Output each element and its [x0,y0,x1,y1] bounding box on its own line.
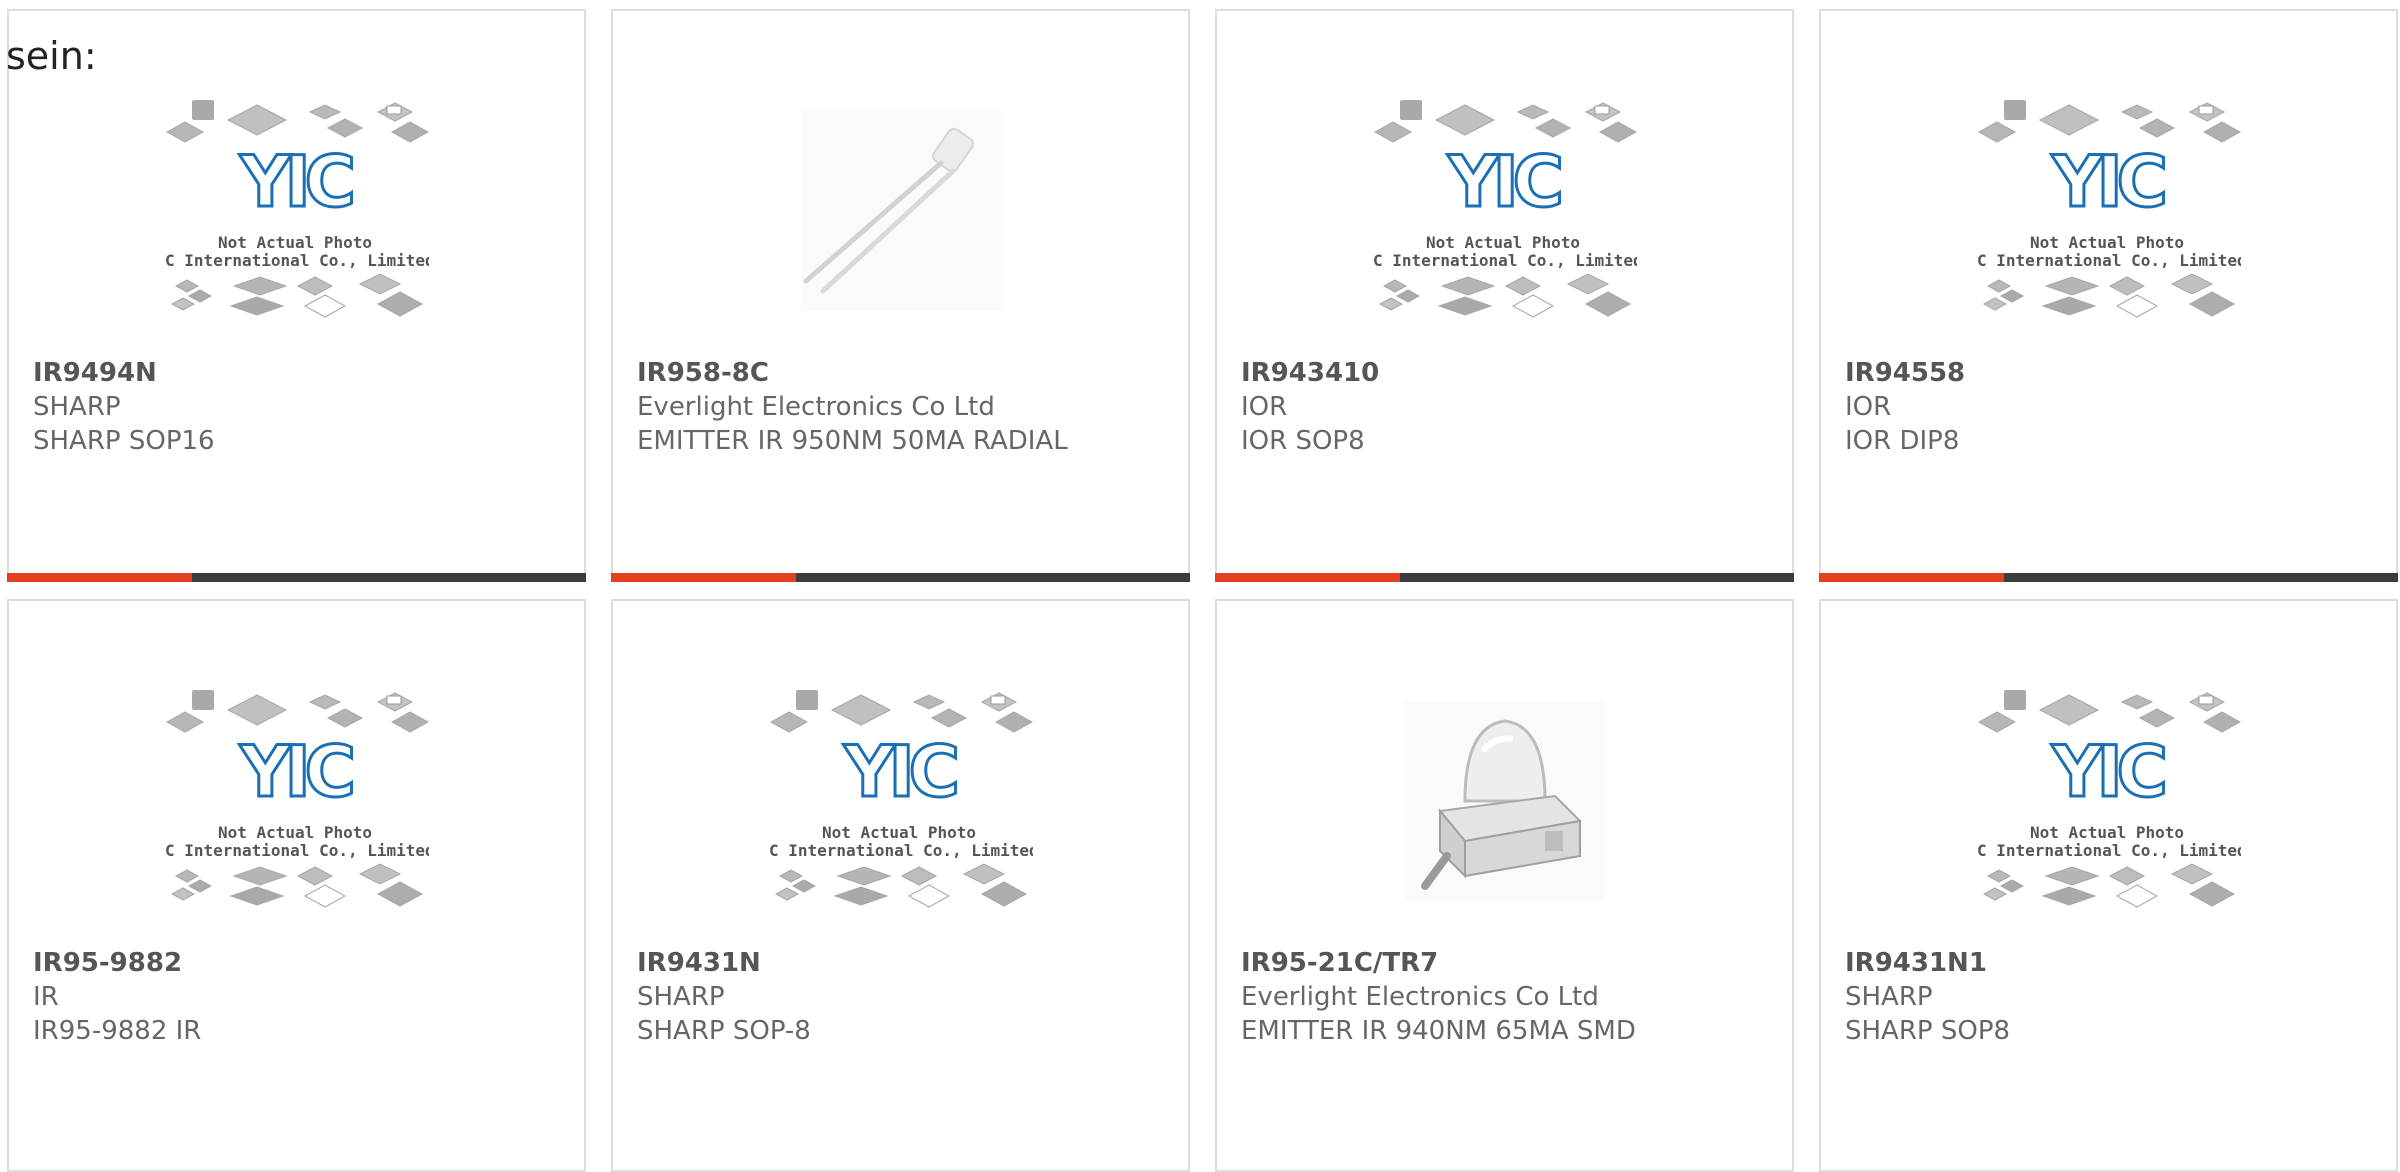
progress-fill [1819,573,2005,582]
part-number[interactable]: IR9431N [637,946,1172,980]
radial-led-image [800,111,1001,311]
svg-text:Not Actual Photo: Not Actual Photo [217,233,371,252]
part-number[interactable]: IR958-8C [637,356,1172,390]
description: IOR DIP8 [1845,426,1960,456]
product-image: YIC Not Actual PhotoYIC International Co.… [1217,71,1792,351]
product-card[interactable]: YIC Not Actual PhotoYIC International Co.… [1819,9,2398,582]
product-card[interactable]: IR958-8C Everlight Electronics Co Ltd EM… [611,9,1190,582]
part-number[interactable]: IR9494N [33,356,568,390]
manufacturer: Everlight Electronics Co Ltd [637,392,995,422]
svg-text:Not Actual Photo: Not Actual Photo [1425,233,1579,252]
product-card[interactable]: YIC Not Actual PhotoYIC International Co.… [1215,9,1794,582]
svg-text:YIC International Co., Limited: YIC International Co., Limited. [1977,251,2241,270]
svg-text:Not Actual Photo: Not Actual Photo [2029,823,2183,842]
description: EMITTER IR 940NM 65MA SMD [1241,1016,1636,1046]
svg-text:YIC: YIC [2050,141,2163,223]
not-actual-photo-placeholder: YIC Not Actual PhotoYIC International Co.… [165,690,429,908]
manufacturer: IOR [1845,392,1892,422]
part-number[interactable]: IR95-9882 [33,946,568,980]
progress-bar [1215,573,1794,582]
part-number[interactable]: IR943410 [1241,356,1776,390]
svg-text:Not Actual Photo: Not Actual Photo [217,823,371,842]
product-image [1217,661,1792,941]
product-image [613,71,1188,351]
progress-bar [7,573,586,582]
not-actual-photo-placeholder: YIC Not Actual PhotoYIC International Co.… [1373,100,1637,318]
manufacturer: SHARP [1845,982,1933,1012]
part-number[interactable]: IR95-21C/TR7 [1241,946,1776,980]
product-card[interactable]: YIC Not Actual PhotoYIC International Co.… [7,599,586,1172]
svg-text:YIC: YIC [238,141,351,223]
manufacturer: IR [33,982,59,1012]
product-card[interactable]: YIC Not Actual PhotoYIC International Co.… [611,599,1190,1172]
description: IR95-9882 IR [33,1016,202,1046]
product-card[interactable]: IR95-21C/TR7 Everlight Electronics Co Lt… [1215,599,1794,1172]
smd-led-image [1404,701,1605,901]
product-card[interactable]: YIC Not Actual PhotoYIC International Co.… [7,9,586,582]
not-actual-photo-placeholder: YIC Not Actual PhotoYIC International Co.… [165,100,429,318]
description: SHARP SOP8 [1845,1016,2011,1046]
progress-bar [1819,573,2398,582]
svg-text:YIC: YIC [2050,731,2163,813]
svg-text:YIC: YIC [238,731,351,813]
product-image: YIC Not Actual PhotoYIC International Co.… [1821,71,2396,351]
svg-text:YIC: YIC [1446,141,1559,223]
description: EMITTER IR 950NM 50MA RADIAL [637,426,1068,456]
not-actual-photo-placeholder: YIC Not Actual PhotoYIC International Co.… [1977,690,2241,908]
manufacturer: IOR [1241,392,1288,422]
svg-text:Not Actual Photo: Not Actual Photo [821,823,975,842]
description: IOR SOP8 [1241,426,1365,456]
progress-fill [7,573,193,582]
description: SHARP SOP-8 [637,1016,811,1046]
svg-text:YIC: YIC [842,731,955,813]
not-actual-photo-placeholder: YIC Not Actual PhotoYIC International Co.… [769,690,1033,908]
product-image: YIC Not Actual PhotoYIC International Co.… [613,661,1188,941]
product-image: YIC Not Actual PhotoYIC International Co.… [9,71,584,351]
product-image: YIC Not Actual PhotoYIC International Co.… [1821,661,2396,941]
part-number[interactable]: IR9431N1 [1845,946,2380,980]
svg-text:Not Actual Photo: Not Actual Photo [2029,233,2183,252]
svg-text:YIC International Co., Limited: YIC International Co., Limited. [1977,841,2241,860]
progress-fill [611,573,797,582]
svg-text:YIC International Co., Limited: YIC International Co., Limited. [165,841,429,860]
progress-fill [1215,573,1401,582]
part-number[interactable]: IR94558 [1845,356,2380,390]
page-heading: sein: [6,34,97,78]
progress-bar [611,573,1190,582]
product-card[interactable]: YIC Not Actual PhotoYIC International Co.… [1819,599,2398,1172]
not-actual-photo-placeholder: YIC Not Actual PhotoYIC International Co.… [1977,100,2241,318]
product-image: YIC Not Actual PhotoYIC International Co.… [9,661,584,941]
manufacturer: SHARP [33,392,121,422]
svg-text:YIC International Co., Limited: YIC International Co., Limited. [769,841,1033,860]
manufacturer: Everlight Electronics Co Ltd [1241,982,1599,1012]
description: SHARP SOP16 [33,426,215,456]
svg-text:YIC International Co., Limited: YIC International Co., Limited. [165,251,429,270]
svg-text:YIC International Co., Limited: YIC International Co., Limited. [1373,251,1637,270]
manufacturer: SHARP [637,982,725,1012]
